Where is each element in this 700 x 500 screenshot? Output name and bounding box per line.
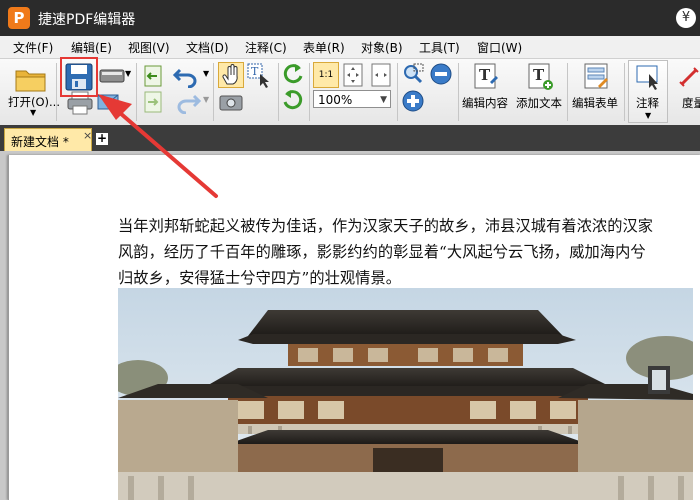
chevron-down-icon[interactable]: ▼ (203, 95, 209, 104)
pavilion-photo[interactable] (118, 288, 693, 500)
hand-icon (222, 64, 238, 85)
zoom-in-icon[interactable] (401, 89, 425, 113)
measure-label[interactable]: 度量 (682, 95, 700, 111)
actual-size-button[interactable]: 1:1 (313, 62, 339, 88)
import-page-icon[interactable] (142, 64, 164, 88)
annotate-icon (636, 65, 658, 90)
title-bar: P 捷速PDF编辑器 ¥ (0, 0, 700, 36)
menu-tools[interactable]: 工具(T) (419, 39, 460, 56)
redo-icon[interactable] (172, 90, 202, 114)
close-icon[interactable]: × (83, 129, 92, 142)
hand-tool-button[interactable] (218, 62, 244, 88)
edit-form-label[interactable]: 编辑表单 (572, 95, 618, 111)
svg-text:T: T (479, 66, 491, 84)
chevron-down-icon[interactable]: ▼ (30, 108, 36, 117)
chevron-down-icon: ▼ (645, 111, 652, 120)
chevron-down-icon[interactable]: ▼ (203, 69, 209, 78)
menu-document[interactable]: 文档(D) (186, 39, 229, 56)
menu-comment[interactable]: 注释(C) (245, 39, 287, 56)
text-line: 风韵，经历了千百年的雕琢，影影约约的彰显着“大风起兮云飞扬，威加海内兮 (118, 243, 646, 261)
annotate-button[interactable]: 注释 ▼ (628, 60, 668, 123)
menu-file[interactable]: 文件(F) (13, 39, 53, 56)
menu-edit[interactable]: 编辑(E) (71, 39, 112, 56)
chevron-down-icon: ▼ (380, 95, 387, 105)
snapshot-icon[interactable] (218, 92, 244, 112)
annotate-label: 注释 (636, 96, 659, 110)
app-logo: P (8, 7, 30, 29)
svg-text:T: T (251, 65, 259, 78)
document-text[interactable]: 当年刘邦斩蛇起义被传为佳话，作为汉家天子的故乡，沛县汉城有着浓浓的汉家 风韵，经… (118, 213, 678, 291)
menu-view[interactable]: 视图(V) (128, 39, 170, 56)
fit-page-icon[interactable] (341, 62, 365, 88)
add-tab-icon[interactable]: + (96, 132, 108, 145)
zoom-out-icon[interactable] (429, 62, 453, 86)
chevron-down-icon[interactable]: ▼ (125, 69, 131, 78)
edit-content-label[interactable]: 编辑内容 (462, 95, 508, 111)
tab-new-document[interactable]: 新建文档 * × (4, 128, 92, 151)
tab-label: 新建文档 * (11, 135, 69, 149)
zoom-value: 100% (318, 93, 353, 107)
window-title: 捷速PDF编辑器 (38, 12, 136, 28)
measure-icon[interactable] (676, 62, 700, 92)
text-line: 当年刘邦斩蛇起义被传为佳话，作为汉家天子的故乡，沛县汉城有着浓浓的汉家 (118, 217, 654, 235)
edit-form-icon[interactable] (582, 62, 610, 92)
add-text-label[interactable]: 添加文本 (516, 95, 562, 111)
scanner-icon[interactable] (98, 64, 128, 88)
menu-object[interactable]: 对象(B) (361, 39, 403, 56)
rotate-ccw-icon[interactable] (281, 88, 305, 112)
menu-window[interactable]: 窗口(W) (477, 39, 522, 56)
folder-open-icon[interactable] (14, 63, 50, 93)
edit-content-icon[interactable]: T (472, 62, 500, 92)
tab-bar: 新建文档 * × + (0, 125, 700, 151)
select-text-icon[interactable]: T (246, 62, 272, 88)
export-page-icon[interactable] (142, 90, 164, 114)
rotate-cw-icon[interactable] (281, 62, 305, 86)
zoom-select[interactable]: 100% ▼ (313, 90, 391, 108)
svg-text:T: T (533, 66, 545, 84)
fit-width-icon[interactable] (369, 62, 393, 88)
menu-bar: 文件(F) 编辑(E) 视图(V) 文档(D) 注释(C) 表单(R) 对象(B… (0, 36, 700, 59)
zoom-marquee-icon[interactable] (401, 62, 425, 86)
actual-size-icon: 1:1 (318, 70, 334, 80)
save-highlight-box (60, 57, 98, 97)
email-icon[interactable] (96, 92, 120, 112)
undo-icon[interactable] (172, 64, 202, 88)
yen-icon[interactable]: ¥ (676, 8, 696, 28)
add-text-icon[interactable]: T (526, 62, 554, 92)
menu-form[interactable]: 表单(R) (303, 39, 345, 56)
